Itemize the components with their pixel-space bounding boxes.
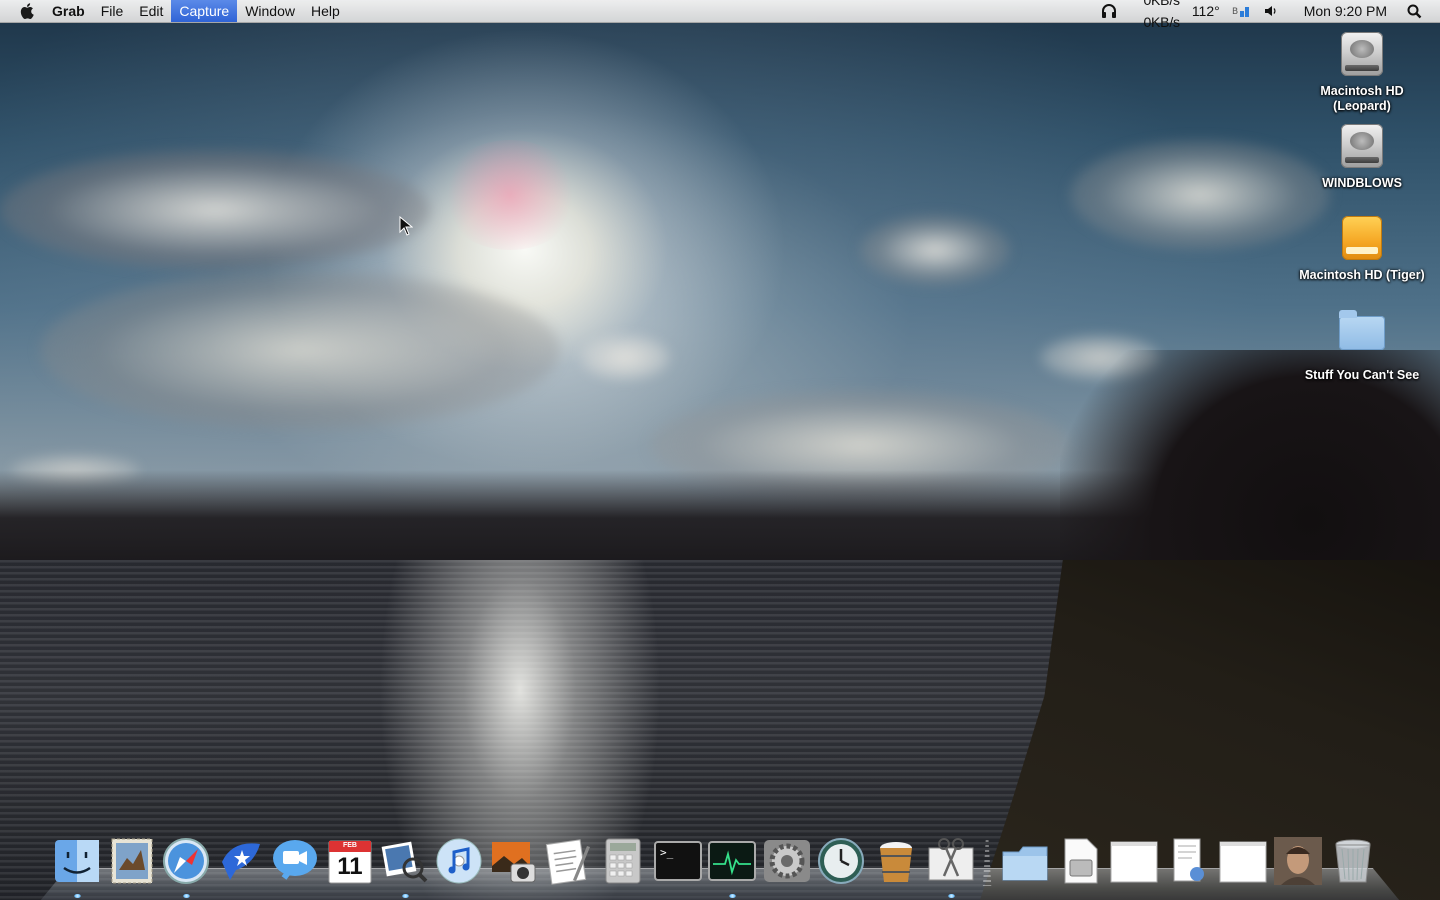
textedit-icon [546,839,591,885]
dock: FEB 11 >_ [52,830,1382,898]
firewire-disk-icon [1338,216,1386,264]
temperature-readout[interactable]: 112° [1192,0,1220,22]
hard-disk-icon [1338,32,1386,80]
dock-preview[interactable] [380,836,430,898]
terminal-icon: >_ [653,841,702,881]
cloud [0,150,430,270]
dock-safari[interactable] [161,836,211,898]
dock-iphoto[interactable] [489,836,539,886]
disk-image-icon [1064,838,1098,884]
itunes-cd-icon [436,838,482,884]
cloud [860,215,1010,285]
dock-grab[interactable] [926,836,976,898]
desktop-icon-label: Macintosh HD (Leopard) [1320,84,1404,113]
status-menus: 0KB/s 0KB/s 112° B Mon 9:20 PM [1095,0,1440,30]
volume-icon[interactable] [1264,0,1278,22]
bluetooth-battery-icon[interactable]: B [1232,0,1252,22]
cloud [40,270,560,430]
dock-calculator[interactable] [598,836,648,886]
desktop-icon-label: Macintosh HD (Tiger) [1299,268,1425,282]
dock-user-photo[interactable] [1273,836,1323,886]
apple-menu-icon[interactable] [20,3,34,20]
desktop-icon-stuff-you-cant-see[interactable]: Stuff You Can't See [1292,308,1432,383]
menubar: Grab File Edit Capture Window Help 0KB/s… [0,0,1440,30]
menubar-clock[interactable]: Mon 9:20 PM [1304,0,1387,22]
preview-document-icon [1173,838,1204,882]
folder-icon [1338,310,1386,364]
dock-separator [982,840,992,886]
desktop-icon-label: Stuff You Can't See [1304,368,1420,382]
document-icon [1110,841,1158,883]
user-photo-icon [1274,837,1323,885]
dock-wood-bucket[interactable] [871,836,921,886]
dock-text-document[interactable] [1109,836,1159,886]
menu-window[interactable]: Window [237,0,303,22]
ical-month: FEB [342,842,357,849]
running-indicator [401,894,409,898]
dock-finder[interactable] [52,836,102,898]
dock-textedit[interactable] [543,836,593,886]
ical-day: 11 [337,853,363,880]
grab-scissors-icon [928,838,973,881]
desktop-icon-windblows[interactable]: WINDBLOWS [1292,124,1432,191]
running-indicator [74,894,81,898]
iphoto-icon [491,842,536,883]
cloud [580,335,670,380]
dock-mail[interactable] [107,836,157,886]
network-rate-monitor[interactable]: 0KB/s 0KB/s [1143,0,1180,30]
running-indicator [947,894,955,898]
safari-compass-icon [163,838,210,884]
dock-disk-image[interactable] [1055,836,1105,886]
desktop-icon-macintosh-hd-leopard[interactable]: Macintosh HD (Leopard) [1292,32,1432,114]
net-up-rate: 0KB/s [1143,0,1180,8]
desktop-icon-macintosh-hd-tiger[interactable]: Macintosh HD (Tiger) [1292,216,1432,283]
menu-capture[interactable]: Capture [171,0,238,22]
video-camera-icon [273,840,318,880]
dock-ical[interactable]: FEB 11 [325,836,375,886]
spotlight-search-icon[interactable] [1407,0,1422,22]
ichat-star-icon [221,843,260,880]
net-down-rate: 0KB/s [1143,14,1180,30]
preview-photos-icon [381,841,427,883]
dock-video-chat[interactable] [270,836,320,886]
calculator-icon [605,838,641,884]
trash-icon [1335,839,1371,883]
activity-monitor-icon [708,841,757,881]
menu-file[interactable]: File [93,0,132,22]
dock-documents-folder[interactable] [1000,836,1050,886]
dock-trash[interactable] [1328,836,1378,886]
dock-activity-monitor[interactable] [707,836,757,898]
dock-text-document-2[interactable] [1218,836,1268,886]
mail-stamp-icon [111,838,153,884]
svg-text:B: B [1232,7,1238,17]
dock-system-preferences[interactable] [762,836,812,886]
lens-flare [440,140,580,250]
menu-help[interactable]: Help [303,0,348,22]
headphones-icon[interactable] [1101,0,1117,22]
dock-ichat[interactable] [216,836,266,886]
hard-disk-icon [1338,124,1386,172]
finder-icon [55,840,99,882]
menu-edit[interactable]: Edit [131,0,171,22]
dock-preview-document[interactable] [1164,836,1214,886]
document-icon [1219,841,1267,883]
bucket-icon [879,842,912,882]
time-machine-clock-icon [818,838,865,884]
dock-terminal[interactable]: >_ [653,836,703,886]
desktop-icon-label: WINDBLOWS [1322,176,1402,190]
svg-text:>_: >_ [660,846,674,859]
desktop-wallpaper [0,0,1440,900]
app-menu-grab[interactable]: Grab [48,0,93,22]
folder-icon [1002,846,1048,881]
dock-itunes[interactable] [434,836,484,886]
dock-time-machine[interactable] [816,836,866,886]
gear-icon [763,840,810,882]
cloud [1070,140,1330,250]
